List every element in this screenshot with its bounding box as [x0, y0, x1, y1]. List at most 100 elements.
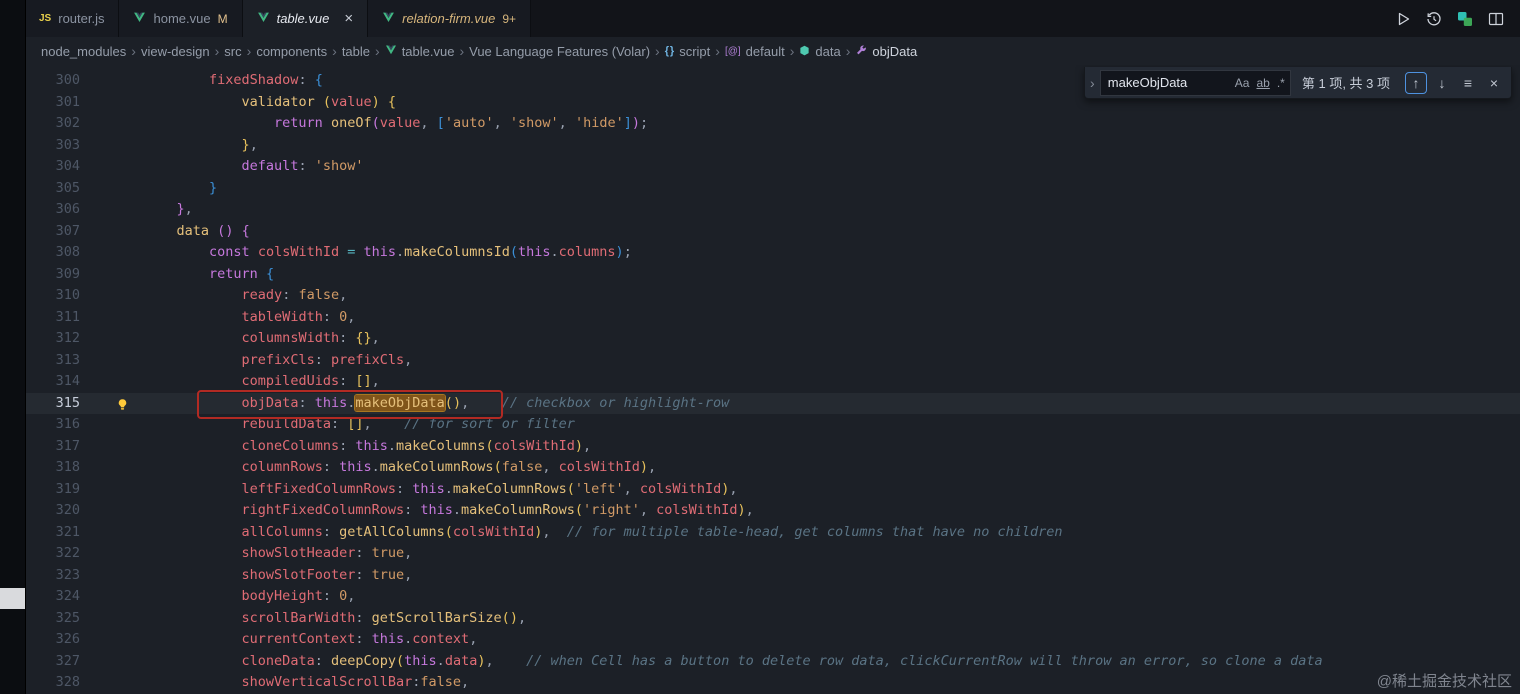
left-strip	[0, 0, 26, 694]
code-line[interactable]: 311 tableWidth: 0,	[25, 307, 1520, 329]
code-line[interactable]: 308 const colsWithId = this.makeColumnsI…	[25, 242, 1520, 264]
breadcrumb-label: src	[224, 43, 242, 59]
previous-match-button[interactable]: ↑	[1405, 71, 1427, 94]
breadcrumb-label: view-design	[140, 43, 210, 59]
code-line[interactable]: 325 scrollBarWidth: getScrollBarSize(),	[25, 608, 1520, 630]
run-button[interactable]	[1395, 11, 1411, 27]
code-text: ready: false,	[241, 287, 348, 303]
breadcrumb-item-src[interactable]: src	[224, 44, 241, 59]
gutter	[80, 350, 144, 372]
breadcrumb-item-table-vue[interactable]: table.vue	[385, 44, 454, 59]
breadcrumb-separator: ›	[715, 43, 720, 59]
whole-word-toggle[interactable]: ab	[1256, 76, 1269, 90]
find-in-selection-button[interactable]: ≡	[1457, 72, 1479, 94]
breadcrumb-separator: ›	[845, 43, 851, 59]
code-line[interactable]: 303 },	[25, 135, 1520, 157]
code-line[interactable]: 318 columnRows: this.makeColumnRows(fals…	[25, 457, 1520, 479]
editor[interactable]: 300 fixedShadow: {301 validator (value) …	[25, 65, 1520, 694]
code-line[interactable]: 324 bodyHeight: 0,	[25, 586, 1520, 608]
code-line[interactable]: 314 compiledUids: [],	[25, 371, 1520, 393]
code-text: cloneColumns: this.makeColumns(colsWithI…	[241, 437, 592, 454]
next-match-button[interactable]: ↓	[1431, 72, 1453, 94]
find-widget: › Aa ab .* 第 1 项, 共 3 项 ↑ ↓ ≡ ×	[1083, 67, 1512, 99]
code-line[interactable]: 306 },	[25, 199, 1520, 221]
gutter	[80, 264, 144, 286]
code-text: return {	[209, 265, 275, 282]
extension-colored-icon[interactable]	[1457, 11, 1473, 27]
editor-actions	[1379, 0, 1520, 37]
code-line[interactable]: 328 showVerticalScrollBar:false,	[25, 672, 1520, 694]
breadcrumb-item-volar-provider[interactable]: Vue Language Features (Volar)	[469, 44, 650, 59]
line-number: 301	[55, 93, 80, 110]
line-number: 318	[55, 459, 80, 475]
code-line[interactable]: 322 showSlotHeader: true,	[25, 543, 1520, 565]
tab-relation-firm-vue[interactable]: relation-firm.vue 9+	[368, 0, 531, 37]
code-line[interactable]: 310 ready: false,	[25, 285, 1520, 307]
breadcrumb-separator: ›	[214, 43, 220, 59]
code-line[interactable]: 323 showSlotFooter: true,	[25, 565, 1520, 587]
code-text: columnRows: this.makeColumnRows(false, c…	[241, 459, 657, 475]
breadcrumb-label: table	[341, 43, 371, 59]
vue-file-icon	[257, 11, 270, 27]
code-line[interactable]: 304 default: 'show'	[25, 156, 1520, 178]
timeline-history-icon[interactable]	[1426, 11, 1442, 27]
gutter	[80, 113, 144, 135]
split-editor-icon[interactable]	[1488, 11, 1504, 27]
line-number: 312	[55, 330, 80, 346]
line-number: 306	[55, 201, 80, 217]
code-line[interactable]: 321 allColumns: getAllColumns(colsWithId…	[25, 522, 1520, 544]
code-line[interactable]: 320 rightFixedColumnRows: this.makeColum…	[25, 500, 1520, 522]
module-symbol-icon: [@]	[724, 45, 741, 57]
code-line[interactable]: 315 objData: this.makeObjData(), // chec…	[25, 392, 1520, 414]
breadcrumb-item-node-modules[interactable]: node_modules	[41, 44, 126, 59]
breadcrumb-item-data[interactable]: data	[799, 44, 841, 59]
field-symbol-icon	[799, 44, 810, 59]
code-line[interactable]: 302 return oneOf(value, ['auto', 'show',…	[25, 113, 1520, 135]
code-line[interactable]: 327 cloneData: deepCopy(this.data), // w…	[25, 651, 1520, 673]
tab-table-vue[interactable]: table.vue ×	[242, 0, 369, 37]
tab-router-js[interactable]: JS router.js	[25, 0, 120, 37]
breadcrumb-item-objdata[interactable]: objData	[855, 44, 917, 59]
code-line[interactable]: 316 rebuildData: [], // for sort or filt…	[25, 414, 1520, 436]
breadcrumb-separator: ›	[246, 43, 252, 59]
code-line[interactable]: 312 columnsWidth: {},	[25, 328, 1520, 350]
match-case-toggle[interactable]: Aa	[1235, 76, 1250, 90]
toggle-replace-chevron-icon[interactable]: ›	[1085, 67, 1100, 98]
code-area: 300 fixedShadow: {301 validator (value) …	[25, 65, 1520, 694]
code-text: },	[176, 201, 193, 217]
breadcrumb-item-table[interactable]: table	[342, 44, 370, 59]
code-line[interactable]: 317 cloneColumns: this.makeColumns(colsW…	[25, 436, 1520, 458]
breadcrumb-item-components[interactable]: components	[256, 44, 327, 59]
close-find-button[interactable]: ×	[1483, 72, 1505, 94]
line-number: 328	[55, 674, 80, 690]
code-line[interactable]: 319 leftFixedColumnRows: this.makeColumn…	[25, 479, 1520, 501]
code-line[interactable]: 309 return {	[25, 264, 1520, 286]
find-input[interactable]	[1105, 74, 1228, 91]
code-line[interactable]: 326 currentContext: this.context,	[25, 629, 1520, 651]
code-line[interactable]: 305 }	[25, 178, 1520, 200]
breadcrumb-item-script[interactable]: { } script	[665, 44, 711, 59]
gutter	[80, 522, 144, 544]
code-text: }	[209, 179, 218, 196]
code-text: showVerticalScrollBar:false,	[241, 674, 470, 690]
breadcrumb-separator: ›	[332, 43, 337, 59]
scroll-indicator[interactable]	[0, 588, 25, 609]
code-line[interactable]: 313 prefixCls: prefixCls,	[25, 350, 1520, 372]
close-tab-icon[interactable]: ×	[344, 10, 353, 27]
code-text: allColumns: getAllColumns(colsWithId), /…	[241, 523, 1063, 540]
watermark: @稀土掘金技术社区	[1376, 673, 1512, 690]
gutter	[80, 70, 144, 92]
line-number: 310	[55, 287, 80, 303]
regex-toggle[interactable]: .*	[1277, 76, 1285, 90]
gutter	[80, 135, 144, 157]
breadcrumb-item-default[interactable]: [@] default	[725, 44, 785, 59]
code-line[interactable]: 307 data () {	[25, 221, 1520, 243]
javascript-file-icon: JS	[39, 13, 52, 24]
vscode-window: JS router.js home.vue M table.vue × rela…	[0, 0, 1520, 694]
line-number: 325	[55, 609, 80, 626]
tab-home-vue[interactable]: home.vue M	[119, 0, 243, 37]
gutter	[80, 608, 144, 630]
breadcrumb-item-view-design[interactable]: view-design	[141, 44, 210, 59]
code-text: currentContext: this.context,	[241, 631, 478, 647]
gutter	[80, 500, 144, 522]
